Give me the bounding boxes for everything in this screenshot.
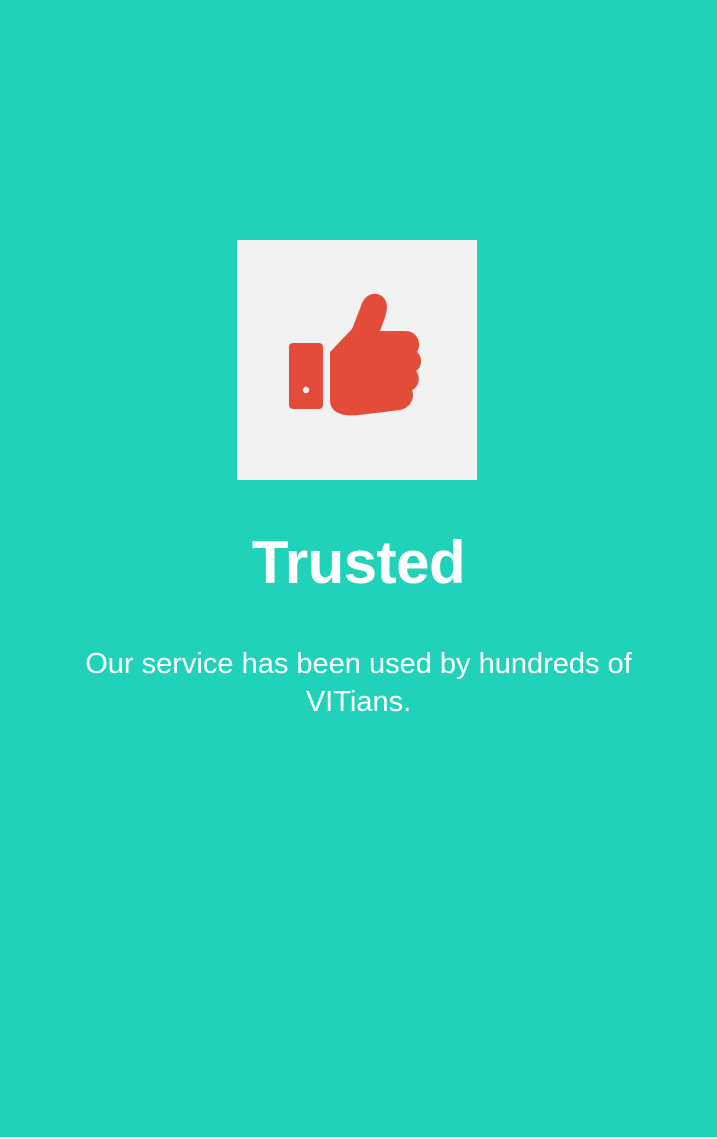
page-title: Trusted (251, 529, 466, 596)
page-description: Our service has been used by hundreds of… (85, 648, 632, 718)
icon-card (237, 240, 477, 480)
onboarding-screen: Trusted Our service has been used by hun… (0, 0, 717, 1139)
thumbs-up-icon (289, 293, 422, 416)
